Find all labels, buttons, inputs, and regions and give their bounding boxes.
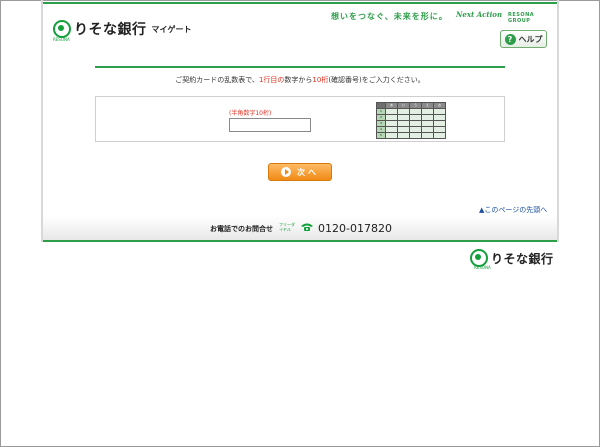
footer-line	[43, 240, 557, 242]
input-hint: (半角数字10桁)	[229, 110, 272, 117]
arrow-right-icon	[281, 167, 291, 177]
content-divider	[95, 66, 505, 68]
instruction-text: ご契約カードの乱数表で、1行目の数字から10桁(確認番号)をご入力ください。	[43, 75, 557, 85]
service-name: マイゲート	[151, 24, 192, 34]
slogan-script: Next Action	[456, 10, 503, 19]
back-to-top-link[interactable]: ▲このページの先頭へ	[479, 205, 547, 215]
random-number-card-illustration: あいうえお12345	[376, 102, 446, 139]
next-label: 次へ	[297, 167, 319, 177]
slogan: 想いをつなぐ、未来を形に。	[331, 12, 448, 21]
instruction-post: (確認番号)をご入力ください。	[328, 76, 425, 84]
grid-cell	[397, 132, 410, 139]
grid-cell	[409, 132, 422, 139]
help-label: ヘルプ	[518, 34, 543, 44]
instruction-highlight-row: 1行目の	[258, 76, 285, 84]
resona-logo-icon	[53, 20, 71, 38]
help-button[interactable]: ? ヘルプ	[500, 30, 547, 48]
grid-cell	[421, 132, 434, 139]
phone-number[interactable]: 0120-017820	[318, 222, 392, 235]
footer-bank-name: りそな銀行	[491, 251, 554, 266]
phone-icon	[301, 223, 313, 231]
header-top-line	[43, 2, 557, 4]
contact-label: お電話でのお問合せ	[210, 225, 273, 233]
next-button[interactable]: 次へ	[268, 163, 332, 181]
page-content: りそな銀行 マイゲート RESONA 想いをつなぐ、未来を形に。 Next Ac…	[43, 0, 557, 447]
bank-name: りそな銀行	[74, 22, 147, 38]
instruction-highlight-digits: 10桁	[312, 76, 329, 84]
instruction-mid: 数字から	[284, 76, 313, 84]
group-name: RESONA GROUP	[508, 12, 535, 24]
logo-caption: RESONA	[53, 37, 70, 42]
input-panel: (半角数字10桁) あいうえお12345	[95, 96, 505, 142]
header: りそな銀行 マイゲート RESONA 想いをつなぐ、未来を形に。 Next Ac…	[43, 0, 557, 56]
grid-row-header: 5	[376, 132, 386, 139]
instruction-pre: ご契約カードの乱数表で、	[175, 76, 259, 84]
grid-cell	[433, 132, 446, 139]
grid-cell	[385, 132, 398, 139]
contact-bar: お電話でのお問合せ フリーダイヤル 0120-017820	[43, 216, 557, 240]
free-dial-label: フリーダイヤル	[279, 222, 295, 232]
resona-logo[interactable]: りそな銀行 マイゲート	[53, 19, 192, 39]
right-shadow	[557, 0, 559, 242]
back-to-top-label: このページの先頭へ	[484, 206, 548, 214]
question-icon: ?	[504, 33, 516, 45]
footer-logo-caption: RESONA	[474, 265, 491, 270]
confirmation-number-input[interactable]	[229, 118, 311, 132]
